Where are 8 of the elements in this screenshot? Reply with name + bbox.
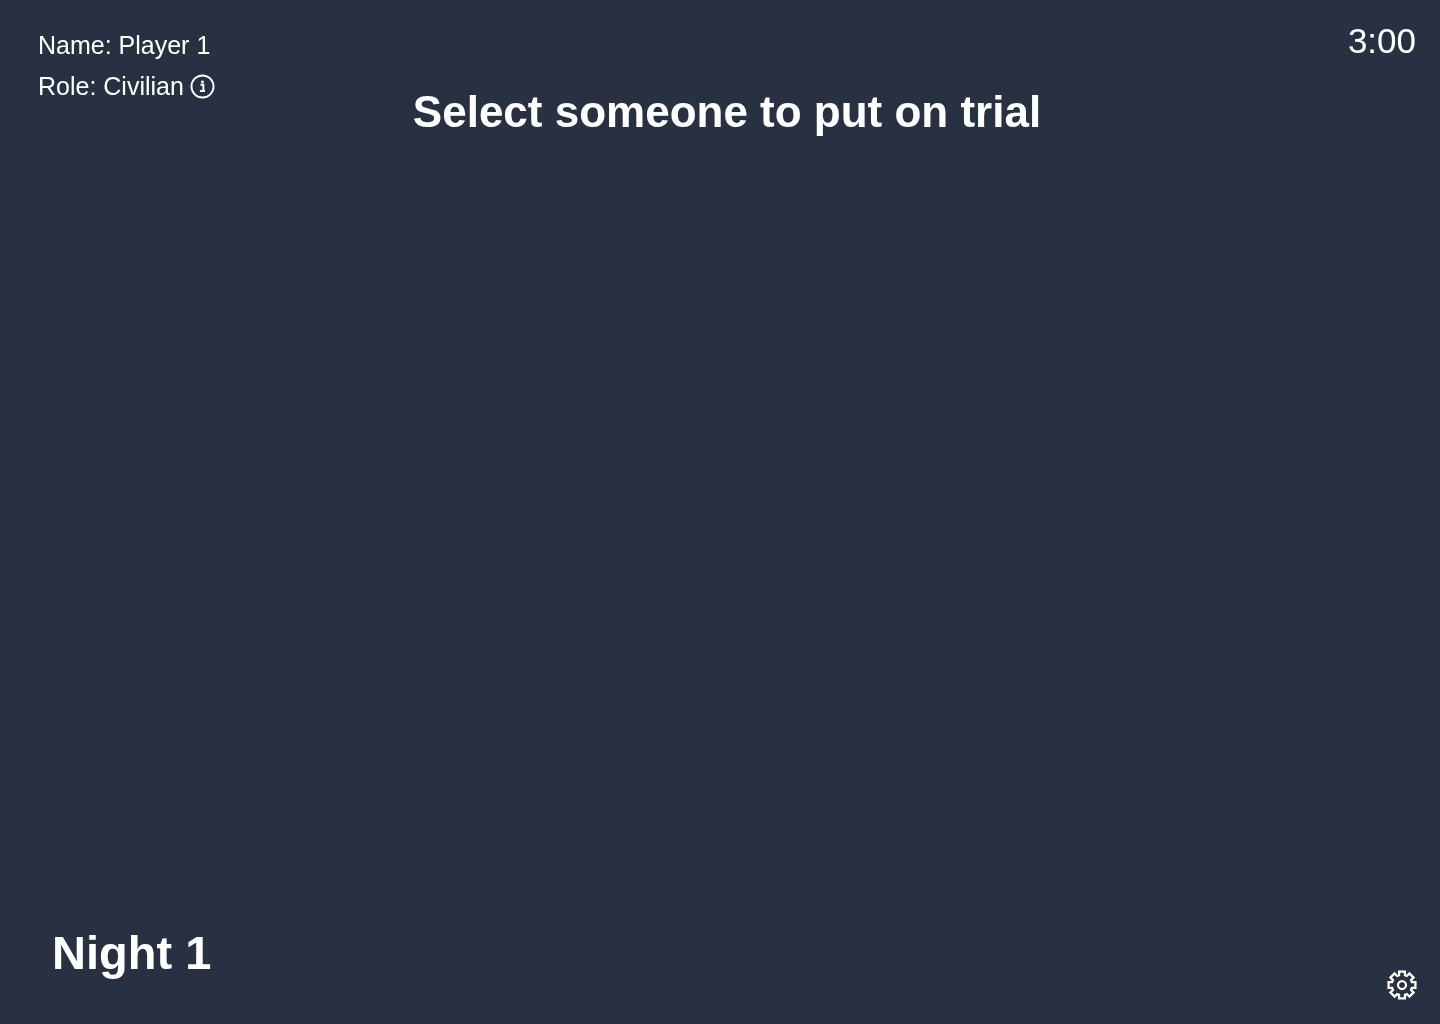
info-icon[interactable] xyxy=(189,73,215,99)
instruction-heading: Select someone to put on trial xyxy=(412,87,1042,137)
player-name: Name: Player 1 xyxy=(38,30,212,60)
phase-label: Night 1 xyxy=(52,925,212,980)
settings-icon xyxy=(1387,970,1417,1000)
player-role: Role: Civilian xyxy=(38,71,184,101)
settings-button[interactable] xyxy=(1387,970,1417,1000)
countdown-timer: 3:00 xyxy=(1347,20,1416,62)
